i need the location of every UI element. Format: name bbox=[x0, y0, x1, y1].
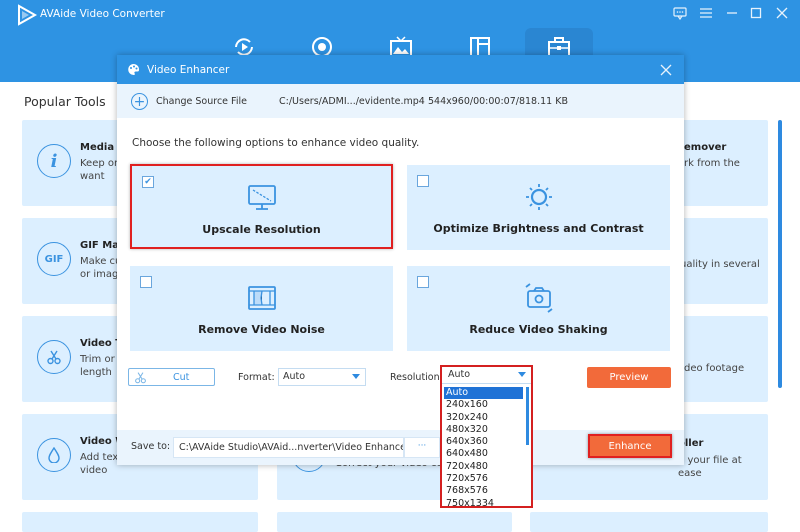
resolution-option[interactable]: Auto bbox=[444, 387, 523, 400]
resolution-option[interactable]: 750x1334 bbox=[444, 498, 523, 510]
browse-button[interactable]: ··· bbox=[404, 437, 440, 458]
scissors-icon bbox=[135, 372, 146, 384]
add-icon[interactable]: + bbox=[131, 93, 148, 110]
tool-card[interactable] bbox=[530, 512, 768, 532]
save-path-input[interactable]: C:\AVAide Studio\AVAid...nverter\Video E… bbox=[173, 437, 404, 458]
resolution-select[interactable]: Auto bbox=[442, 367, 531, 384]
feedback-icon[interactable] bbox=[670, 4, 690, 22]
change-source-button[interactable]: Change Source File bbox=[156, 96, 247, 107]
option-label: Upscale Resolution bbox=[202, 223, 321, 236]
resolution-option[interactable]: 320x240 bbox=[444, 412, 523, 424]
option-label: Reduce Video Shaking bbox=[469, 323, 608, 336]
option-label: Remove Video Noise bbox=[198, 323, 325, 336]
upscale-checkbox[interactable]: ✔ bbox=[142, 176, 154, 188]
dialog-title: Video Enhancer bbox=[147, 64, 230, 76]
tool-name: emover bbox=[684, 142, 727, 153]
monitor-icon bbox=[247, 185, 276, 210]
resolution-option[interactable]: 720x480 bbox=[444, 461, 523, 473]
resolution-option[interactable]: 768x576 bbox=[444, 485, 523, 497]
minimize-icon[interactable] bbox=[722, 4, 742, 22]
tool-desc: rk from the bbox=[684, 158, 740, 169]
drop-icon bbox=[37, 438, 71, 472]
file-path: C:/Users/ADMI.../evidente.mp4 bbox=[279, 96, 425, 107]
tools-scrollbar[interactable] bbox=[778, 120, 782, 388]
instructions-text: Choose the following options to enhance … bbox=[132, 137, 420, 149]
gif-icon: GIF bbox=[37, 242, 71, 276]
camera-icon bbox=[524, 283, 553, 313]
option-upscale-resolution[interactable]: ✔ Upscale Resolution bbox=[130, 164, 393, 249]
dialog-header: Video Enhancer bbox=[117, 55, 684, 84]
video-enhancer-dialog: Video Enhancer + Change Source File C:/U… bbox=[117, 55, 684, 465]
resolution-scrollbar[interactable] bbox=[526, 387, 529, 445]
info-icon: i bbox=[37, 144, 71, 178]
preview-button[interactable]: Preview bbox=[587, 367, 671, 388]
resolution-dropdown[interactable]: Auto Auto 240x160 320x240 480x320 640x360 640… bbox=[440, 365, 533, 510]
noise-checkbox[interactable] bbox=[140, 276, 152, 288]
option-reduce-shaking[interactable]: Reduce Video Shaking bbox=[407, 266, 670, 351]
resolution-option[interactable]: 480x320 bbox=[444, 424, 523, 436]
resolution-value: Auto bbox=[448, 369, 471, 380]
resolution-option[interactable]: 720x576 bbox=[444, 473, 523, 485]
source-bar: + Change Source File C:/Users/ADMI.../ev… bbox=[117, 84, 684, 118]
brightness-icon bbox=[525, 184, 552, 210]
enhance-button[interactable]: Enhance bbox=[588, 434, 672, 458]
tool-card[interactable] bbox=[277, 512, 512, 532]
chevron-down-icon bbox=[352, 374, 360, 379]
tool-desc: uality in several bbox=[680, 259, 760, 270]
resolution-options-list: Auto 240x160 320x240 480x320 640x360 640x480 7… bbox=[444, 387, 523, 510]
film-icon bbox=[247, 286, 276, 310]
app-title: AVAide Video Converter bbox=[40, 8, 165, 20]
popular-tools-title: Popular Tools bbox=[24, 94, 106, 109]
cut-button[interactable]: Cut bbox=[128, 368, 215, 386]
maximize-icon[interactable] bbox=[746, 4, 766, 22]
resolution-option[interactable]: 640x480 bbox=[444, 448, 523, 460]
chevron-down-icon bbox=[518, 372, 526, 377]
option-optimize-brightness[interactable]: Optimize Brightness and Contrast bbox=[407, 165, 670, 250]
tool-card[interactable] bbox=[22, 512, 258, 532]
format-label: Format: bbox=[238, 372, 275, 383]
app-logo-icon bbox=[18, 4, 38, 26]
brightness-checkbox[interactable] bbox=[417, 175, 429, 187]
palette-icon bbox=[128, 63, 140, 76]
scissors-icon bbox=[37, 340, 71, 374]
menu-icon[interactable] bbox=[696, 4, 716, 22]
resolution-label: Resolution: bbox=[390, 372, 443, 383]
option-remove-noise[interactable]: Remove Video Noise bbox=[130, 266, 393, 351]
format-select[interactable]: Auto bbox=[278, 368, 366, 386]
format-value: Auto bbox=[283, 371, 306, 382]
tool-desc: n your file at ease bbox=[678, 455, 742, 479]
cut-label: Cut bbox=[173, 372, 190, 383]
close-icon[interactable] bbox=[772, 4, 792, 22]
dialog-close-icon[interactable] bbox=[660, 60, 672, 80]
resolution-option[interactable]: 640x360 bbox=[444, 436, 523, 448]
file-info: 544x960/00:00:07/818.11 KB bbox=[428, 96, 568, 107]
save-to-label: Save to: bbox=[131, 441, 171, 452]
option-label: Optimize Brightness and Contrast bbox=[433, 222, 644, 235]
shaking-checkbox[interactable] bbox=[417, 276, 429, 288]
resolution-option[interactable]: 240x160 bbox=[444, 399, 523, 411]
tool-desc: deo footage bbox=[684, 363, 745, 374]
